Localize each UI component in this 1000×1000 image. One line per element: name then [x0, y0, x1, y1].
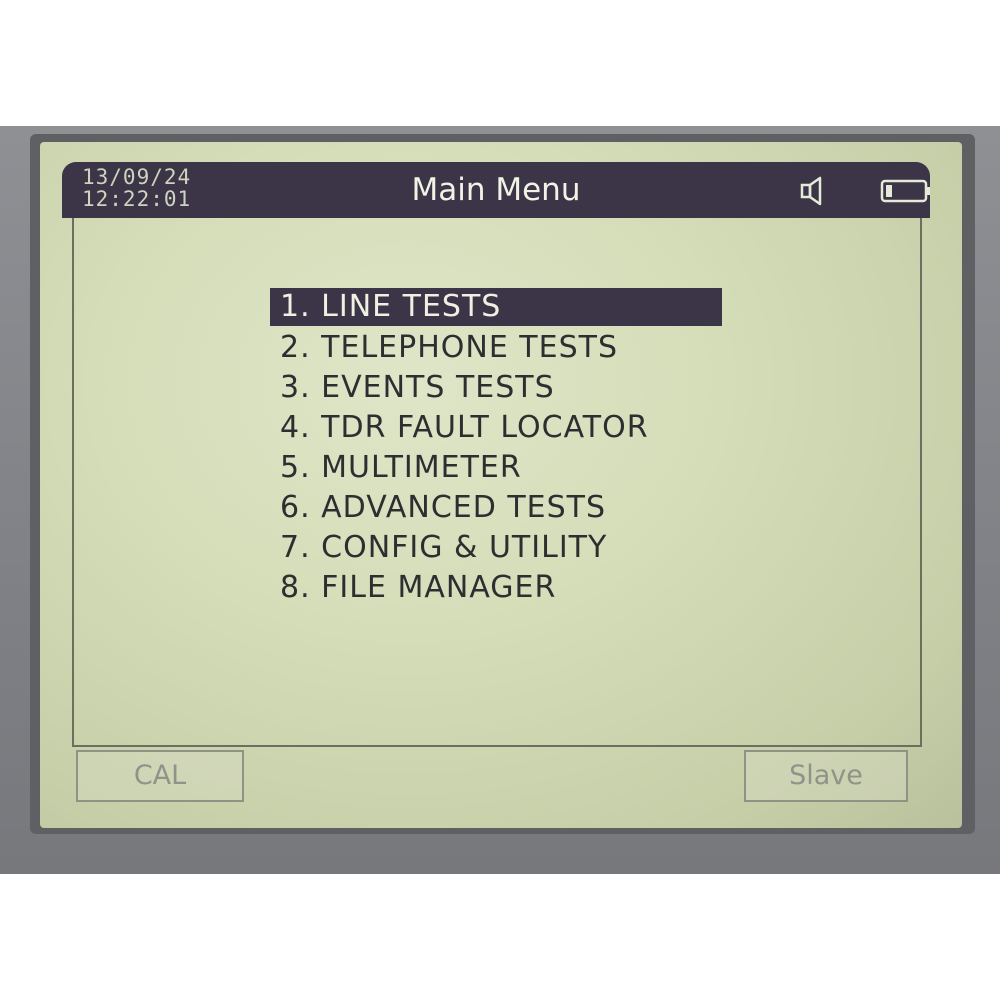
menu-item-advanced-tests[interactable]: 6. ADVANCED TESTS — [270, 488, 722, 528]
main-menu-list: 1. LINE TESTS 2. TELEPHONE TESTS 3. EVEN… — [270, 288, 722, 608]
slave-softkey-button[interactable]: Slave — [744, 750, 908, 802]
battery-icon — [880, 179, 930, 203]
speaker-icon[interactable] — [800, 176, 826, 206]
menu-item-tdr-fault-locator[interactable]: 4. TDR FAULT LOCATOR — [270, 408, 722, 448]
menu-item-config-utility[interactable]: 7. CONFIG & UTILITY — [270, 528, 722, 568]
cal-softkey-button[interactable]: CAL — [76, 750, 244, 802]
header-bar: 13/09/24 12:22:01 Main Menu — [62, 162, 930, 218]
menu-item-events-tests[interactable]: 3. EVENTS TESTS — [270, 368, 722, 408]
menu-item-multimeter[interactable]: 5. MULTIMETER — [270, 448, 722, 488]
lcd-screen: 13/09/24 12:22:01 Main Menu 1. LINE TEST… — [40, 142, 962, 828]
menu-item-file-manager[interactable]: 8. FILE MANAGER — [270, 568, 722, 608]
menu-item-line-tests[interactable]: 1. LINE TESTS — [270, 288, 722, 326]
menu-item-telephone-tests[interactable]: 2. TELEPHONE TESTS — [270, 328, 722, 368]
